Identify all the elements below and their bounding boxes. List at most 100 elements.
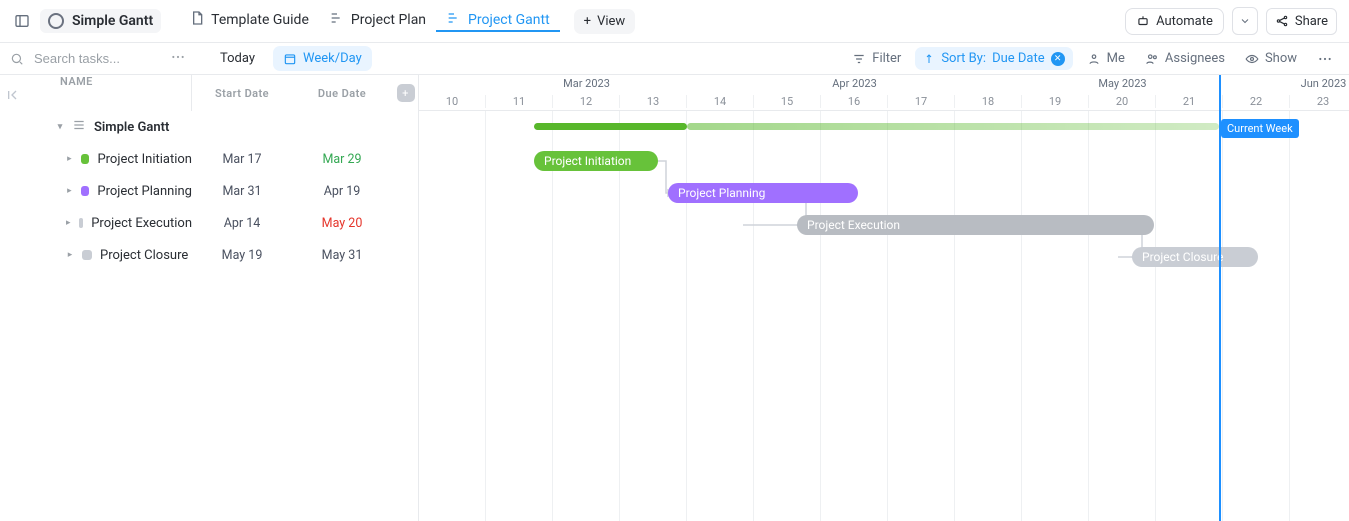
share-button[interactable]: Share [1266, 8, 1337, 35]
sort-value: Due Date [992, 51, 1045, 66]
start-date[interactable]: Mar 31 [192, 184, 292, 199]
header-right: Automate Share [1125, 0, 1337, 42]
today-button[interactable]: Today [210, 46, 265, 71]
week-cell[interactable]: 18 [955, 95, 1022, 108]
search-input[interactable] [32, 50, 162, 67]
gantt-bar[interactable]: Project Initiation [534, 151, 658, 171]
col-due[interactable]: Due Date [292, 87, 392, 100]
assignees-button[interactable]: Assignees [1139, 47, 1231, 70]
due-date[interactable]: Apr 19 [292, 184, 392, 199]
people-icon [1145, 52, 1159, 66]
person-icon [1087, 52, 1101, 66]
week-cell[interactable]: 17 [888, 95, 955, 108]
sort-prefix: Sort By: [941, 51, 986, 66]
gantt-header: Mar 2023 Apr 2023 May 2023 Jun 2023 10 1… [419, 75, 1349, 111]
bar-label: Project Execution [807, 218, 900, 232]
gantt-bar[interactable]: Project Planning [668, 183, 858, 203]
week-cell[interactable]: 20 [1089, 95, 1156, 108]
task-name: Project Initiation [97, 152, 192, 167]
ellipsis-icon [1317, 51, 1333, 67]
month-cell: May 2023 [1089, 77, 1156, 90]
gantt-bar[interactable]: Project Execution [797, 215, 1154, 235]
sort-clear-button[interactable]: ✕ [1051, 52, 1065, 66]
tab-label: Template Guide [211, 12, 309, 28]
add-view-label: View [597, 14, 625, 29]
status-bullet [81, 186, 90, 196]
caret-right-icon[interactable]: ▸ [66, 186, 73, 196]
tab-project-plan[interactable]: Project Plan [319, 10, 436, 32]
assignees-label: Assignees [1165, 51, 1225, 66]
due-date[interactable]: Mar 29 [292, 152, 392, 167]
gantt-bar[interactable]: Project Closure [1132, 247, 1258, 267]
task-row-parent[interactable]: ▾ Simple Gantt [0, 111, 418, 143]
search-box[interactable] [10, 50, 162, 67]
toolbar: Today Week/Day Filter Sort By: Due Date … [0, 43, 1349, 75]
eye-icon [1245, 52, 1259, 66]
doc-icon [189, 10, 205, 30]
collapse-left-icon[interactable] [6, 87, 22, 107]
start-date[interactable]: May 19 [192, 248, 292, 263]
view-more-button[interactable] [1311, 47, 1339, 71]
status-bullet [82, 250, 92, 260]
task-row[interactable]: ▸ Project Initiation Mar 17 Mar 29 [0, 143, 418, 175]
zoom-chip[interactable]: Week/Day [273, 46, 372, 71]
workspace-title: Simple Gantt [72, 13, 153, 29]
sidebar-toggle-icon[interactable] [8, 7, 36, 35]
week-cell[interactable]: 14 [687, 95, 754, 108]
week-cell[interactable]: 22 [1223, 95, 1290, 108]
add-view-button[interactable]: + View [574, 9, 636, 34]
filter-icon [852, 52, 866, 66]
tab-project-gantt[interactable]: Project Gantt [436, 10, 560, 32]
task-row[interactable]: ▸ Project Planning Mar 31 Apr 19 [0, 175, 418, 207]
week-cell[interactable]: 15 [754, 95, 821, 108]
search-more-button[interactable] [170, 49, 186, 69]
workspace-chip[interactable]: Simple Gantt [40, 9, 161, 33]
week-cell[interactable]: 11 [486, 95, 553, 108]
week-cell[interactable]: 19 [1022, 95, 1089, 108]
current-week-line [1219, 75, 1221, 521]
caret-down-icon[interactable]: ▾ [56, 122, 64, 132]
automate-button[interactable]: Automate [1125, 8, 1224, 35]
gantt-icon [446, 10, 462, 30]
week-cell[interactable]: 16 [821, 95, 888, 108]
due-date[interactable]: May 20 [292, 216, 392, 231]
search-icon [10, 52, 24, 66]
caret-right-icon[interactable]: ▸ [66, 250, 74, 260]
gantt-panel: Mar 2023 Apr 2023 May 2023 Jun 2023 10 1… [419, 75, 1349, 521]
gantt-icon [329, 10, 345, 30]
start-date[interactable]: Apr 14 [192, 216, 292, 231]
week-cell[interactable]: 12 [553, 95, 620, 108]
caret-right-icon[interactable]: ▸ [66, 154, 73, 164]
week-cell[interactable]: 23 [1290, 95, 1349, 108]
filter-button[interactable]: Filter [846, 47, 907, 70]
robot-icon [1136, 14, 1150, 28]
view-tabs: Template Guide Project Plan Project Gant… [179, 10, 560, 32]
week-cell[interactable]: 13 [620, 95, 687, 108]
caret-right-icon[interactable]: ▸ [66, 218, 71, 228]
show-button[interactable]: Show [1239, 47, 1303, 70]
month-cell: Apr 2023 [821, 77, 888, 90]
tab-template-guide[interactable]: Template Guide [179, 10, 319, 32]
start-date[interactable]: Mar 17 [192, 152, 292, 167]
add-column-button[interactable]: + [392, 84, 419, 102]
week-cell[interactable]: 10 [419, 95, 486, 108]
filter-label: Filter [872, 51, 901, 66]
task-row[interactable]: ▸ Project Closure May 19 May 31 [0, 239, 418, 271]
task-name: Project Execution [91, 216, 192, 231]
week-cell[interactable]: 21 [1156, 95, 1223, 108]
zoom-label: Week/Day [303, 51, 362, 66]
me-button[interactable]: Me [1081, 47, 1131, 70]
month-row: Mar 2023 Apr 2023 May 2023 Jun 2023 [419, 75, 1349, 93]
col-name[interactable]: NAME [0, 75, 192, 111]
due-date[interactable]: May 31 [292, 248, 392, 263]
list-icon [72, 118, 86, 136]
automate-menu-button[interactable] [1232, 7, 1258, 35]
month-cell: Mar 2023 [553, 77, 620, 90]
task-list-panel: NAME Start Date Due Date + ▾ Simple Gant… [0, 75, 419, 521]
plus-icon: + [584, 14, 591, 29]
current-week-badge: Current Week [1221, 119, 1299, 138]
task-row[interactable]: ▸ Project Execution Apr 14 May 20 [0, 207, 418, 239]
bar-label: Project Planning [678, 186, 765, 200]
sort-chip[interactable]: Sort By: Due Date ✕ [915, 47, 1072, 70]
col-start[interactable]: Start Date [192, 87, 292, 100]
